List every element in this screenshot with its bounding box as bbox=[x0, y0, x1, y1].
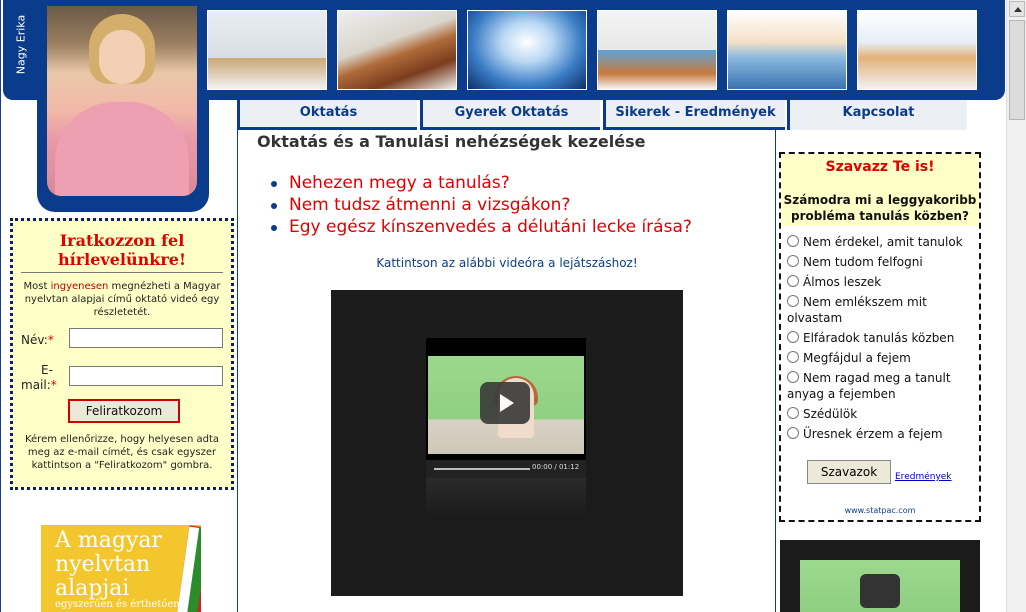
video-instruction: Kattintson az alábbi videóra a lejátszás… bbox=[376, 256, 638, 270]
poll-option[interactable]: Nem érdekel, amit tanulok bbox=[787, 234, 963, 250]
list-item: Egy egész kínszenvedés a délutáni lecke … bbox=[269, 216, 692, 238]
radio-icon[interactable] bbox=[787, 407, 799, 419]
newsletter-title: Iratkozzon fel hírlevelünkre! bbox=[58, 231, 186, 269]
subscribe-button[interactable]: Feliratkozom bbox=[68, 399, 180, 423]
poll-results-link[interactable]: Eredmények bbox=[895, 472, 952, 482]
email-label-line1: E- bbox=[41, 363, 53, 377]
play-icon[interactable] bbox=[860, 574, 900, 608]
video-time: 00:00 / 01:12 bbox=[532, 463, 580, 471]
sidebar-video[interactable] bbox=[780, 540, 980, 612]
poll-credit-link[interactable]: www.statpac.com bbox=[781, 506, 979, 515]
newsletter-divider bbox=[21, 272, 223, 273]
poll-option[interactable]: Megfájdul a fejem bbox=[787, 350, 911, 366]
poll-box: Szavazz Te is! Számodra mi a leggyakorib… bbox=[779, 152, 981, 522]
header-photo-6 bbox=[857, 10, 977, 90]
poll-heading: Szavazz Te is! bbox=[781, 154, 979, 184]
radio-icon[interactable] bbox=[787, 275, 799, 287]
header-photo-5 bbox=[727, 10, 847, 90]
radio-icon[interactable] bbox=[787, 331, 799, 343]
poll-option[interactable]: Szédülök bbox=[787, 406, 857, 422]
header-photo-3 bbox=[467, 10, 587, 90]
radio-icon[interactable] bbox=[787, 255, 799, 267]
list-item: Nehezen megy a tanulás? bbox=[269, 172, 692, 194]
name-label: Név:* bbox=[21, 333, 54, 347]
video-area[interactable]: 00:00 / 01:12 bbox=[331, 290, 683, 596]
vertical-scrollbar[interactable] bbox=[1006, 0, 1026, 612]
nav-tab-gyerek-oktatas[interactable]: Gyerek Oktatás bbox=[420, 100, 600, 130]
scrollbar-thumb[interactable] bbox=[1009, 20, 1025, 120]
poll-option[interactable]: Nem ragad meg a tanult anyag a fejemben bbox=[787, 370, 957, 402]
nav-tab-sikerek[interactable]: Sikerek - Eredmények bbox=[603, 100, 785, 130]
newsletter-free-highlight: ingyenesen bbox=[50, 281, 109, 292]
email-field[interactable] bbox=[69, 366, 223, 386]
book-cover-banner[interactable]: A magyar nyelvtan alapjai egyszerűen és … bbox=[41, 525, 201, 612]
email-label: mail:* bbox=[21, 378, 57, 392]
radio-icon[interactable] bbox=[787, 371, 799, 383]
poll-option[interactable]: Nem emlékszem mit olvastam bbox=[787, 294, 937, 326]
header-photo-2 bbox=[337, 10, 457, 90]
book-subtitle: egyszerűen és érthetően bbox=[55, 599, 180, 610]
header-photo-4 bbox=[597, 10, 717, 90]
scroll-up-icon[interactable] bbox=[1009, 1, 1025, 17]
author-name: Nagy Erika bbox=[14, 14, 28, 75]
video-progress-track[interactable] bbox=[434, 468, 530, 470]
vote-button[interactable]: Szavazok bbox=[807, 460, 891, 484]
newsletter-box: Iratkozzon fel hírlevelünkre! Most ingye… bbox=[10, 218, 234, 490]
radio-icon[interactable] bbox=[787, 295, 799, 307]
newsletter-note: Kérem ellenőrizze, hogy helyesen adta me… bbox=[24, 434, 220, 471]
poll-option[interactable]: Üresnek érzem a fejem bbox=[787, 426, 943, 442]
question-list: Nehezen megy a tanulás? Nem tudsz átmenn… bbox=[269, 172, 692, 238]
book-title: A magyar nyelvtan alapjai bbox=[55, 528, 163, 601]
page-frame: Nagy Erika Oktatás Gyerek Oktatás Sikere… bbox=[0, 0, 1006, 612]
poll-option[interactable]: Nem tudom felfogni bbox=[787, 254, 923, 270]
author-name-tab: Nagy Erika bbox=[5, 0, 35, 98]
video-controls[interactable]: 00:00 / 01:12 bbox=[426, 460, 586, 478]
radio-icon[interactable] bbox=[787, 235, 799, 247]
nav-tab-kapcsolat[interactable]: Kapcsolat bbox=[787, 100, 967, 130]
right-column-divider bbox=[775, 130, 776, 612]
radio-icon[interactable] bbox=[787, 427, 799, 439]
author-portrait-frame bbox=[37, 0, 209, 212]
radio-icon[interactable] bbox=[787, 351, 799, 363]
left-column-divider bbox=[237, 130, 238, 612]
poll-question: Számodra mi a leggyakoribb probléma tanu… bbox=[781, 184, 979, 226]
author-portrait bbox=[47, 6, 197, 196]
list-item: Nem tudsz átmenni a vizsgákon? bbox=[269, 194, 692, 216]
nav-tab-oktatas[interactable]: Oktatás bbox=[237, 100, 417, 130]
play-icon[interactable] bbox=[480, 382, 530, 424]
header-photo-1 bbox=[207, 10, 327, 90]
page-title: Oktatás és a Tanulási nehézségek kezelés… bbox=[257, 132, 646, 151]
poll-option[interactable]: Elfáradok tanulás közben bbox=[787, 330, 954, 346]
name-field[interactable] bbox=[69, 328, 223, 348]
newsletter-intro: Most ingyenesen megnézheti a Magyar nyel… bbox=[23, 281, 221, 318]
video-player[interactable]: 00:00 / 01:12 bbox=[426, 338, 586, 478]
poll-option[interactable]: Álmos leszek bbox=[787, 274, 881, 290]
video-reflection bbox=[426, 478, 586, 518]
